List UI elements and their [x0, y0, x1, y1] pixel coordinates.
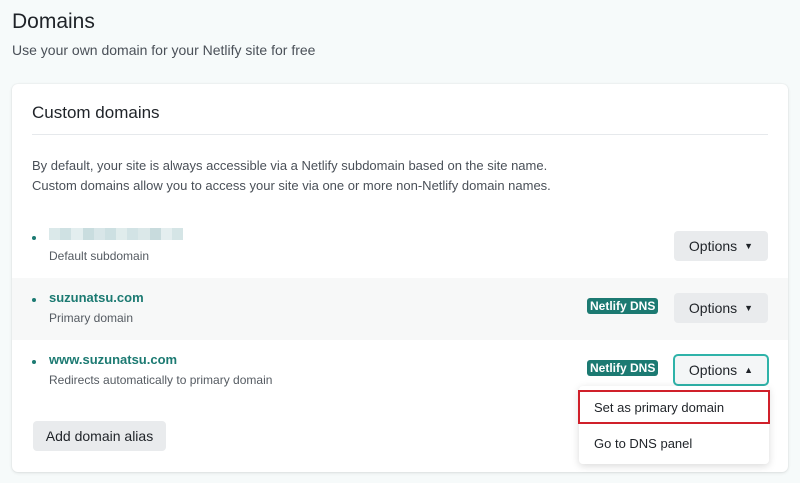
- options-label: Options: [688, 300, 738, 316]
- domain-subtitle: Redirects automatically to primary domai…: [49, 373, 273, 387]
- menu-item-set-primary[interactable]: Set as primary domain: [578, 390, 770, 424]
- options-button[interactable]: Options ▲: [673, 354, 769, 386]
- domain-name[interactable]: www.suzunatsu.com: [49, 352, 177, 367]
- custom-domains-card: Custom domains By default, your site is …: [12, 84, 788, 472]
- bullet-icon: [32, 298, 36, 302]
- domain-name[interactable]: suzunatsu.com: [49, 290, 144, 305]
- card-title: Custom domains: [32, 103, 160, 122]
- chevron-up-icon: ▲: [744, 364, 754, 375]
- options-label: Options: [688, 238, 738, 254]
- options-dropdown-menu: Set as primary domain Go to DNS panel: [578, 386, 770, 464]
- description-line: By default, your site is always accessib…: [32, 158, 548, 173]
- bullet-icon: [32, 236, 36, 240]
- blurred-subdomain: [49, 228, 184, 240]
- page-subtitle: Use your own domain for your Netlify sit…: [12, 42, 316, 58]
- bullet-icon: [32, 360, 36, 364]
- menu-item-go-to-dns[interactable]: Go to DNS panel: [579, 426, 769, 460]
- description-line: Custom domains allow you to access your …: [32, 178, 551, 193]
- domain-row-primary: suzunatsu.com Primary domain Netlify DNS…: [12, 278, 788, 340]
- domain-row-default: Default subdomain Options ▼: [12, 216, 788, 278]
- options-button[interactable]: Options ▼: [674, 231, 768, 261]
- chevron-down-icon: ▼: [744, 240, 754, 251]
- chevron-down-icon: ▼: [744, 302, 754, 313]
- domain-subtitle: Default subdomain: [49, 249, 150, 263]
- netlify-dns-badge: Netlify DNS: [587, 298, 659, 314]
- add-domain-alias-button[interactable]: Add domain alias: [33, 421, 166, 451]
- options-button[interactable]: Options ▼: [674, 293, 768, 323]
- domain-subtitle: Primary domain: [49, 311, 134, 325]
- options-label: Options: [688, 362, 738, 378]
- netlify-dns-badge: Netlify DNS: [587, 360, 659, 376]
- card-divider: [32, 134, 768, 135]
- card-description: By default, your site is always accessib…: [32, 156, 752, 196]
- page-title: Domains: [12, 10, 95, 33]
